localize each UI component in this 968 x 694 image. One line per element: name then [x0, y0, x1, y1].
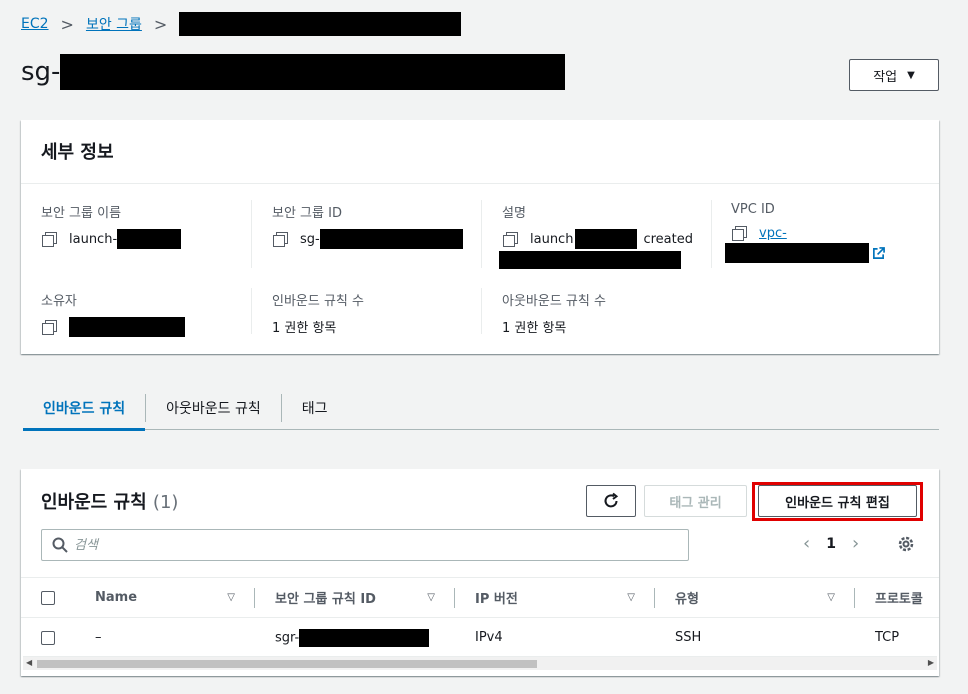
details-heading: 세부 정보 — [21, 120, 939, 184]
chevron-right-icon: > — [60, 14, 74, 34]
refresh-icon — [604, 492, 619, 508]
chevron-right-icon: > — [153, 14, 168, 34]
field-sg-name: 보안 그룹 이름 launch- — [41, 202, 182, 249]
tab-inbound-rules[interactable]: 인바운드 규칙 — [23, 386, 146, 431]
inbound-rules-title: 인바운드 규칙 (1) — [41, 492, 179, 513]
search-box — [41, 529, 689, 561]
column-header-ip-version[interactable]: IP 버전 ▽ — [455, 577, 655, 618]
horizontal-scrollbar[interactable]: ◀ ▶ — [23, 656, 937, 670]
tab-tags[interactable]: 태그 — [282, 386, 348, 430]
row-checkbox[interactable] — [41, 630, 55, 645]
field-owner: 소유자 — [41, 290, 185, 337]
copy-icon[interactable] — [731, 225, 747, 241]
page-number[interactable]: 1 — [826, 536, 836, 552]
column-header-name[interactable]: Name ▽ — [75, 577, 255, 618]
page-title: sg- — [21, 54, 566, 90]
actions-label: 작업 — [873, 69, 898, 85]
vpc-link[interactable]: vpc- — [759, 226, 787, 241]
external-link-icon[interactable] — [872, 246, 885, 260]
scroll-left-icon: ◀ — [26, 658, 33, 667]
field-sg-id: 보안 그룹 ID sg- — [272, 202, 463, 249]
inbound-rules-count: (1) — [152, 492, 179, 513]
actions-button[interactable]: 작업 ▼ — [849, 59, 939, 91]
pagination: ‹ 1 › — [803, 533, 859, 554]
breadcrumb-security-groups[interactable]: 보안 그룹 — [86, 14, 142, 34]
page-title-prefix: sg- — [21, 57, 61, 87]
sort-icon: ▽ — [227, 592, 235, 603]
sort-icon: ▽ — [427, 592, 435, 603]
select-all-checkbox[interactable] — [41, 590, 55, 605]
chevron-left-icon[interactable]: ‹ — [803, 533, 810, 554]
column-header-rule-id[interactable]: 보안 그룹 규칙 ID ▽ — [255, 577, 455, 618]
edit-button-highlight — [752, 482, 923, 521]
field-outbound-count: 아웃바운드 규칙 수 1 권한 항목 — [502, 294, 606, 336]
table-header-row: Name ▽ 보안 그룹 규칙 ID ▽ IP 버전 ▽ 유형 ▽ 프로토콜 — [21, 577, 939, 618]
copy-icon[interactable] — [41, 319, 57, 335]
caret-down-icon: ▼ — [907, 69, 915, 81]
field-inbound-count: 인바운드 규칙 수 1 권한 항목 — [272, 294, 364, 336]
redacted-breadcrumb-current — [179, 12, 462, 36]
field-description: 설명 launch created — [499, 202, 693, 269]
inbound-rules-table: Name ▽ 보안 그룹 규칙 ID ▽ IP 버전 ▽ 유형 ▽ 프로토콜 – sgr… — [21, 577, 939, 658]
copy-icon[interactable] — [502, 231, 518, 247]
search-input[interactable] — [74, 537, 674, 553]
breadcrumb: EC2 > 보안 그룹 > — [21, 12, 462, 36]
copy-icon[interactable] — [272, 231, 288, 247]
scroll-right-icon: ▶ — [927, 658, 934, 667]
breadcrumb-ec2[interactable]: EC2 — [21, 16, 49, 32]
column-header-protocol[interactable]: 프로토콜 — [855, 577, 939, 618]
sort-icon: ▽ — [627, 592, 635, 603]
redacted-sg-id — [60, 54, 566, 90]
field-vpc-id: VPC ID vpc- — [725, 202, 885, 263]
sort-icon: ▽ — [827, 592, 835, 603]
copy-icon[interactable] — [41, 231, 57, 247]
tab-bar: 인바운드 규칙 아웃바운드 규칙 태그 — [23, 386, 939, 431]
gear-icon[interactable] — [897, 535, 915, 553]
scrollbar-thumb[interactable] — [37, 660, 537, 668]
details-panel: 세부 정보 보안 그룹 이름 launch- 보안 그룹 ID sg- 설명 l… — [21, 120, 939, 354]
table-row[interactable]: – sgr- IPv4 SSH TCP — [21, 618, 939, 658]
tab-outbound-rules[interactable]: 아웃바운드 규칙 — [146, 386, 281, 430]
chevron-right-icon[interactable]: › — [852, 533, 859, 554]
search-icon — [52, 537, 68, 553]
inbound-rules-panel: 인바운드 규칙 (1) 태그 관리 인바운드 규칙 편집 ‹ 1 › Name▽ — [21, 469, 939, 676]
refresh-button[interactable] — [586, 485, 636, 517]
column-header-type[interactable]: 유형 ▽ — [655, 577, 855, 618]
manage-tags-button[interactable]: 태그 관리 — [644, 485, 747, 517]
